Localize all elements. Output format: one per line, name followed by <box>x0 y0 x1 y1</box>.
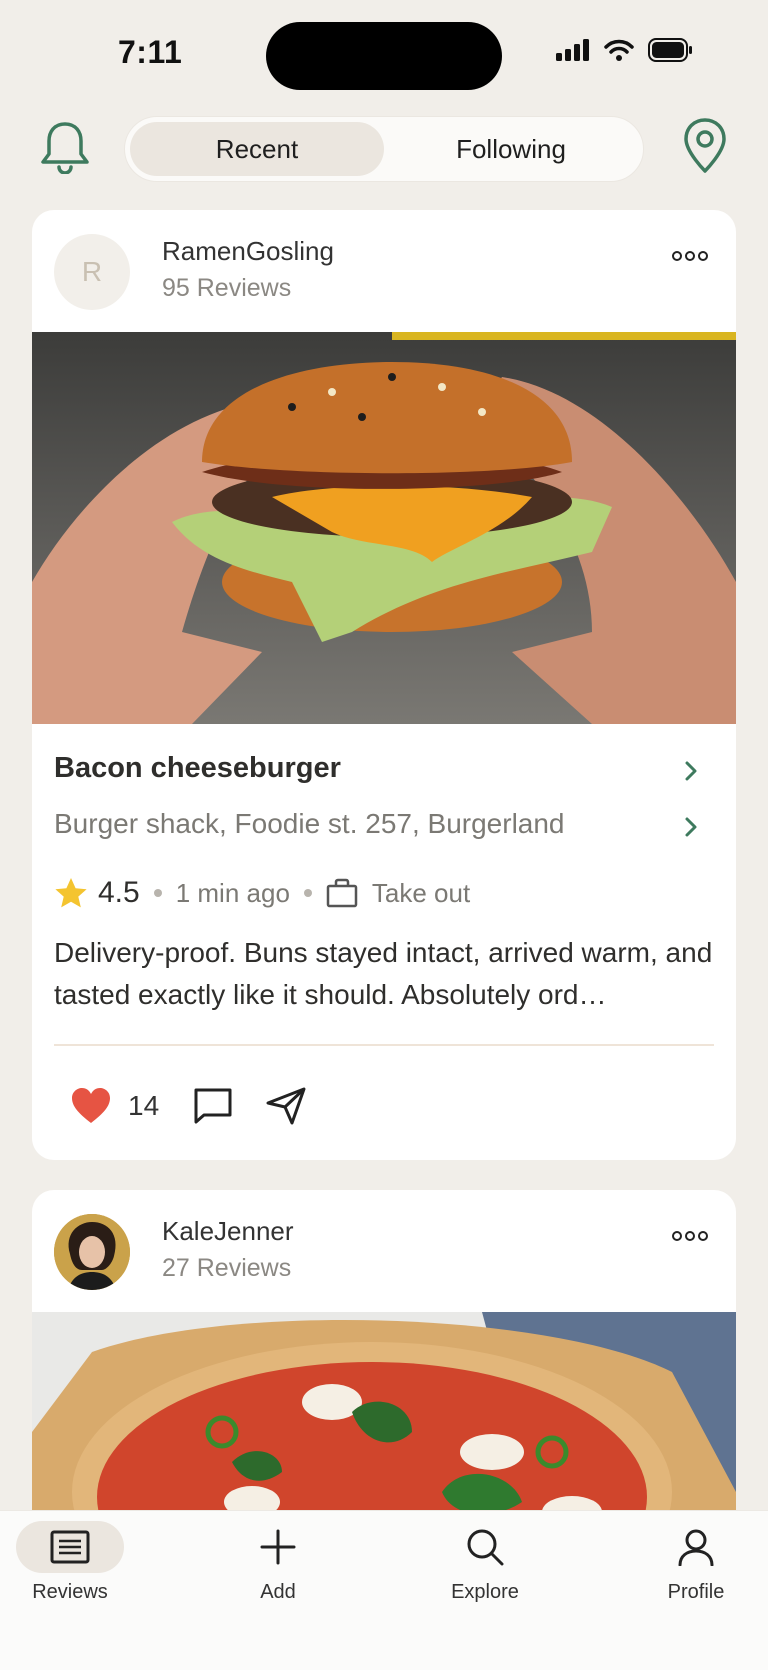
top-bar: Recent Following <box>0 112 768 184</box>
more-options-icon[interactable] <box>672 1224 712 1248</box>
separator-dot <box>153 889 162 897</box>
card-header: R RamenGosling 95 Reviews <box>32 210 736 332</box>
wifi-icon <box>604 39 634 61</box>
nav-active-pill <box>16 1521 124 1573</box>
tab-recent[interactable]: Recent <box>130 122 384 176</box>
battery-icon <box>648 38 692 62</box>
nav-tab-add[interactable]: Add <box>208 1511 348 1631</box>
dish-name[interactable]: Bacon cheeseburger <box>54 752 714 785</box>
search-icon <box>467 1529 504 1566</box>
tab-following[interactable]: Following <box>384 122 638 176</box>
review-text[interactable]: Delivery-proof. Buns stayed intact, arri… <box>54 932 714 1016</box>
nav-label: Explore <box>451 1581 519 1603</box>
star-icon <box>55 878 87 908</box>
user-name[interactable]: RamenGosling <box>162 236 334 267</box>
avatar[interactable]: R <box>54 234 130 310</box>
meta-row: 4.5 1 min ago Take out <box>54 864 714 922</box>
send-icon[interactable] <box>265 1086 307 1126</box>
review-card[interactable]: R RamenGosling 95 Reviews Bacon cheesebu… <box>32 210 736 1160</box>
card-actions: 14 <box>54 1046 714 1160</box>
card-body: Bacon cheeseburger Burger shack, Foodie … <box>32 752 736 1160</box>
rating-value: 4.5 <box>98 876 140 909</box>
status-bar: 7:11 <box>0 0 768 110</box>
nav-tab-profile[interactable]: Profile <box>626 1511 766 1631</box>
status-time: 7:11 <box>118 34 183 70</box>
bell-icon[interactable] <box>38 118 92 174</box>
nav-label: Profile <box>667 1581 725 1603</box>
nav-tab-explore[interactable]: Explore <box>415 1511 555 1631</box>
avatar-initial: R <box>81 256 103 287</box>
shopping-bag-icon <box>326 878 358 908</box>
like-count: 14 <box>128 1090 160 1121</box>
nav-label: Reviews <box>32 1581 108 1603</box>
feed-segmented-control: Recent Following <box>124 116 644 182</box>
signal-icon <box>556 39 589 61</box>
dynamic-island <box>266 22 502 90</box>
nav-tab-reviews[interactable]: Reviews <box>0 1511 140 1631</box>
comment-icon[interactable] <box>193 1087 233 1125</box>
place-row[interactable]: Burger shack, Foodie st. 257, Burgerland <box>54 808 714 864</box>
dish-photo[interactable] <box>32 332 736 724</box>
avatar[interactable] <box>54 1214 130 1290</box>
user-review-count: 27 Reviews <box>162 1254 292 1282</box>
restaurant-address[interactable]: Burger shack, Foodie st. 257, Burgerland <box>54 808 714 840</box>
plus-icon <box>260 1529 296 1565</box>
nav-label: Add <box>260 1581 296 1603</box>
heart-icon[interactable] <box>70 1087 112 1125</box>
user-review-count: 95 Reviews <box>162 274 292 302</box>
chevron-right-icon[interactable] <box>684 816 698 838</box>
dish-row[interactable]: Bacon cheeseburger <box>54 752 714 808</box>
separator-dot <box>303 889 312 897</box>
status-icons <box>556 38 694 62</box>
location-pin-icon[interactable] <box>680 116 730 176</box>
user-name[interactable]: KaleJenner <box>162 1216 294 1247</box>
time-ago: 1 min ago <box>175 877 290 908</box>
bottom-tab-bar: Reviews Add Explore Profile <box>0 1510 768 1670</box>
user-photo <box>54 1214 130 1290</box>
more-options-icon[interactable] <box>672 244 712 268</box>
user-icon <box>678 1529 714 1566</box>
card-header: KaleJenner 27 Reviews <box>32 1190 736 1312</box>
service-type: Take out <box>371 877 471 908</box>
chevron-right-icon[interactable] <box>684 760 698 782</box>
reviews-icon <box>50 1530 90 1564</box>
